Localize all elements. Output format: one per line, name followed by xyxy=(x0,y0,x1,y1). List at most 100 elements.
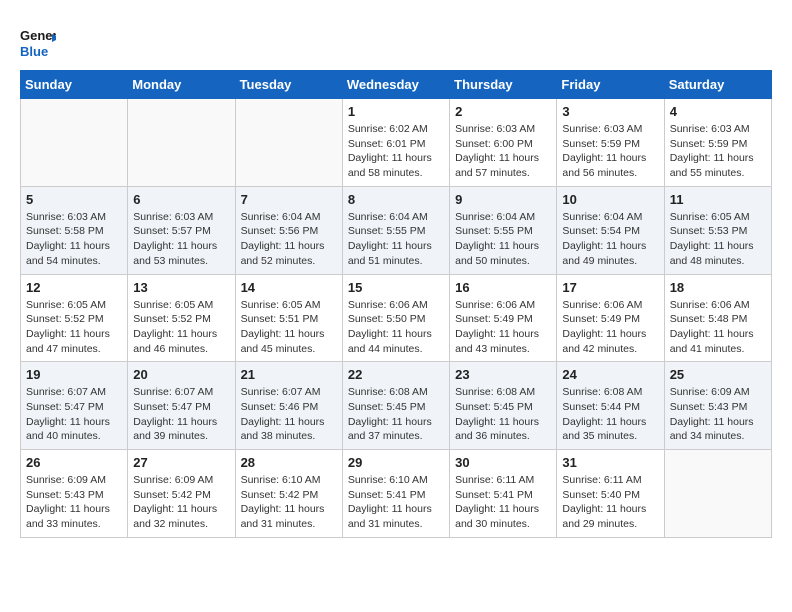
day-info: Sunrise: 6:05 AM Sunset: 5:51 PM Dayligh… xyxy=(241,298,337,357)
day-number: 2 xyxy=(455,104,551,119)
calendar-cell: 29Sunrise: 6:10 AM Sunset: 5:41 PM Dayli… xyxy=(342,450,449,538)
calendar-cell: 15 Sunrise: 6:06 AM Sunset: 5:50 PM Dayli… xyxy=(342,274,449,362)
calendar-cell xyxy=(128,99,235,187)
day-info: Sunrise: 6:03 AM Sunset: 5:59 PM Dayligh… xyxy=(670,122,766,181)
calendar-cell: 22Sunrise: 6:08 AM Sunset: 5:45 PM Dayli… xyxy=(342,362,449,450)
header: General Blue xyxy=(20,20,772,60)
calendar-cell: 23 Sunrise: 6:08 AM Sunset: 5:45 PM Dayli… xyxy=(450,362,557,450)
day-info: Sunrise: 6:05 AM Sunset: 5:52 PM Dayligh… xyxy=(26,298,122,357)
day-number: 25 xyxy=(670,367,766,382)
calendar-cell: 8 Sunrise: 6:04 AM Sunset: 5:55 PM Daylig… xyxy=(342,186,449,274)
day-number: 16 xyxy=(455,280,551,295)
calendar-header-thursday: Thursday xyxy=(450,71,557,99)
calendar-header-saturday: Saturday xyxy=(664,71,771,99)
day-number: 31 xyxy=(562,455,658,470)
calendar-header-sunday: Sunday xyxy=(21,71,128,99)
calendar-cell: 5Sunrise: 6:03 AM Sunset: 5:58 PM Daylig… xyxy=(21,186,128,274)
day-info: Sunrise: 6:04 AM Sunset: 5:55 PM Dayligh… xyxy=(348,210,444,269)
day-number: 11 xyxy=(670,192,766,207)
calendar-cell xyxy=(664,450,771,538)
day-info: Sunrise: 6:07 AM Sunset: 5:46 PM Dayligh… xyxy=(241,385,337,444)
calendar-cell: 25 Sunrise: 6:09 AM Sunset: 5:43 PM Dayli… xyxy=(664,362,771,450)
day-number: 12 xyxy=(26,280,122,295)
day-number: 17 xyxy=(562,280,658,295)
day-info: Sunrise: 6:06 AM Sunset: 5:49 PM Dayligh… xyxy=(455,298,551,357)
day-info: Sunrise: 6:05 AM Sunset: 5:53 PM Dayligh… xyxy=(670,210,766,269)
svg-text:Blue: Blue xyxy=(20,44,48,59)
day-info: Sunrise: 6:03 AM Sunset: 5:57 PM Dayligh… xyxy=(133,210,229,269)
logo: General Blue xyxy=(20,20,56,60)
calendar-cell: 26 Sunrise: 6:09 AM Sunset: 5:43 PM Dayli… xyxy=(21,450,128,538)
day-number: 7 xyxy=(241,192,337,207)
day-number: 18 xyxy=(670,280,766,295)
day-info: Sunrise: 6:09 AM Sunset: 5:43 PM Dayligh… xyxy=(26,473,122,532)
day-info: Sunrise: 6:08 AM Sunset: 5:45 PM Dayligh… xyxy=(348,385,444,444)
calendar-cell: 28Sunrise: 6:10 AM Sunset: 5:42 PM Dayli… xyxy=(235,450,342,538)
calendar-week-row: 5Sunrise: 6:03 AM Sunset: 5:58 PM Daylig… xyxy=(21,186,772,274)
day-number: 20 xyxy=(133,367,229,382)
calendar-cell: 16 Sunrise: 6:06 AM Sunset: 5:49 PM Dayli… xyxy=(450,274,557,362)
day-info: Sunrise: 6:08 AM Sunset: 5:45 PM Dayligh… xyxy=(455,385,551,444)
calendar-cell: 10 Sunrise: 6:04 AM Sunset: 5:54 PM Dayli… xyxy=(557,186,664,274)
day-info: Sunrise: 6:02 AM Sunset: 6:01 PM Dayligh… xyxy=(348,122,444,181)
day-number: 15 xyxy=(348,280,444,295)
day-info: Sunrise: 6:10 AM Sunset: 5:41 PM Dayligh… xyxy=(348,473,444,532)
day-number: 26 xyxy=(26,455,122,470)
calendar-table: SundayMondayTuesdayWednesdayThursdayFrid… xyxy=(20,70,772,538)
day-number: 27 xyxy=(133,455,229,470)
calendar-week-row: 26 Sunrise: 6:09 AM Sunset: 5:43 PM Dayli… xyxy=(21,450,772,538)
day-info: Sunrise: 6:03 AM Sunset: 5:59 PM Dayligh… xyxy=(562,122,658,181)
day-number: 21 xyxy=(241,367,337,382)
day-info: Sunrise: 6:06 AM Sunset: 5:50 PM Dayligh… xyxy=(348,298,444,357)
day-info: Sunrise: 6:04 AM Sunset: 5:56 PM Dayligh… xyxy=(241,210,337,269)
day-info: Sunrise: 6:09 AM Sunset: 5:43 PM Dayligh… xyxy=(670,385,766,444)
day-number: 6 xyxy=(133,192,229,207)
calendar-cell: 18 Sunrise: 6:06 AM Sunset: 5:48 PM Dayli… xyxy=(664,274,771,362)
calendar-cell: 14 Sunrise: 6:05 AM Sunset: 5:51 PM Dayli… xyxy=(235,274,342,362)
calendar-cell: 3 Sunrise: 6:03 AM Sunset: 5:59 PM Daylig… xyxy=(557,99,664,187)
calendar-cell: 7 Sunrise: 6:04 AM Sunset: 5:56 PM Daylig… xyxy=(235,186,342,274)
calendar-cell: 24 Sunrise: 6:08 AM Sunset: 5:44 PM Dayli… xyxy=(557,362,664,450)
day-number: 13 xyxy=(133,280,229,295)
calendar-cell: 1Sunrise: 6:02 AM Sunset: 6:01 PM Daylig… xyxy=(342,99,449,187)
day-number: 5 xyxy=(26,192,122,207)
calendar-week-row: 12 Sunrise: 6:05 AM Sunset: 5:52 PM Dayli… xyxy=(21,274,772,362)
day-info: Sunrise: 6:04 AM Sunset: 5:55 PM Dayligh… xyxy=(455,210,551,269)
day-info: Sunrise: 6:03 AM Sunset: 6:00 PM Dayligh… xyxy=(455,122,551,181)
calendar-cell xyxy=(235,99,342,187)
calendar-week-row: 19Sunrise: 6:07 AM Sunset: 5:47 PM Dayli… xyxy=(21,362,772,450)
day-info: Sunrise: 6:06 AM Sunset: 5:49 PM Dayligh… xyxy=(562,298,658,357)
day-info: Sunrise: 6:07 AM Sunset: 5:47 PM Dayligh… xyxy=(26,385,122,444)
day-number: 3 xyxy=(562,104,658,119)
calendar-cell: 20 Sunrise: 6:07 AM Sunset: 5:47 PM Dayli… xyxy=(128,362,235,450)
calendar-week-row: 1Sunrise: 6:02 AM Sunset: 6:01 PM Daylig… xyxy=(21,99,772,187)
calendar-cell: 2 Sunrise: 6:03 AM Sunset: 6:00 PM Daylig… xyxy=(450,99,557,187)
calendar-cell: 17 Sunrise: 6:06 AM Sunset: 5:49 PM Dayli… xyxy=(557,274,664,362)
day-number: 23 xyxy=(455,367,551,382)
calendar-header-monday: Monday xyxy=(128,71,235,99)
calendar-cell: 4Sunrise: 6:03 AM Sunset: 5:59 PM Daylig… xyxy=(664,99,771,187)
calendar-cell: 27Sunrise: 6:09 AM Sunset: 5:42 PM Dayli… xyxy=(128,450,235,538)
logo-flag-icon: General Blue xyxy=(20,20,56,60)
svg-text:General: General xyxy=(20,28,56,43)
day-info: Sunrise: 6:08 AM Sunset: 5:44 PM Dayligh… xyxy=(562,385,658,444)
calendar-cell xyxy=(21,99,128,187)
day-number: 9 xyxy=(455,192,551,207)
day-number: 8 xyxy=(348,192,444,207)
day-number: 24 xyxy=(562,367,658,382)
day-info: Sunrise: 6:05 AM Sunset: 5:52 PM Dayligh… xyxy=(133,298,229,357)
calendar-cell: 30Sunrise: 6:11 AM Sunset: 5:41 PM Dayli… xyxy=(450,450,557,538)
calendar-cell: 21 Sunrise: 6:07 AM Sunset: 5:46 PM Dayli… xyxy=(235,362,342,450)
day-number: 30 xyxy=(455,455,551,470)
day-info: Sunrise: 6:06 AM Sunset: 5:48 PM Dayligh… xyxy=(670,298,766,357)
day-number: 10 xyxy=(562,192,658,207)
day-info: Sunrise: 6:07 AM Sunset: 5:47 PM Dayligh… xyxy=(133,385,229,444)
calendar-cell: 12 Sunrise: 6:05 AM Sunset: 5:52 PM Dayli… xyxy=(21,274,128,362)
calendar-header-friday: Friday xyxy=(557,71,664,99)
day-info: Sunrise: 6:04 AM Sunset: 5:54 PM Dayligh… xyxy=(562,210,658,269)
calendar-cell: 31 Sunrise: 6:11 AM Sunset: 5:40 PM Dayli… xyxy=(557,450,664,538)
calendar-cell: 6 Sunrise: 6:03 AM Sunset: 5:57 PM Daylig… xyxy=(128,186,235,274)
day-number: 14 xyxy=(241,280,337,295)
calendar-cell: 9 Sunrise: 6:04 AM Sunset: 5:55 PM Daylig… xyxy=(450,186,557,274)
day-info: Sunrise: 6:11 AM Sunset: 5:40 PM Dayligh… xyxy=(562,473,658,532)
